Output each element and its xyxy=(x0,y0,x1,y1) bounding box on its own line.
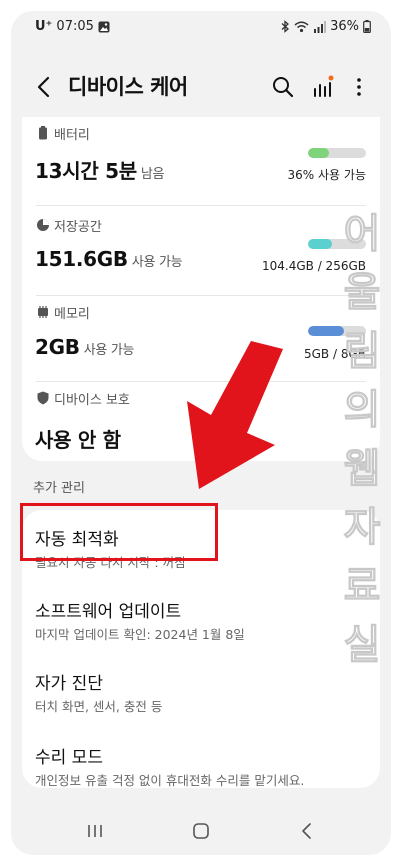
back-arrow-icon[interactable] xyxy=(31,73,59,101)
item-title: 수리 모드 xyxy=(35,748,103,768)
battery-meta: 36% 사용 가능 xyxy=(287,168,366,182)
self-diagnosis-item[interactable]: 자가 진단 터치 화면, 센서, 충전 등 xyxy=(22,655,380,721)
statistics-icon[interactable] xyxy=(308,73,336,101)
memory-label: 메모리 xyxy=(54,307,90,322)
app-bar: 디바이스 케어 xyxy=(11,67,391,107)
watermark: 어울림의웹자료실 xyxy=(343,210,381,668)
gallery-notification-icon xyxy=(98,21,110,32)
navigation-bar xyxy=(11,811,391,851)
bluetooth-icon xyxy=(281,20,290,33)
watermark-char: 림 xyxy=(344,328,381,374)
battery-percent: 36% xyxy=(330,19,359,34)
page-title: 디바이스 케어 xyxy=(68,75,188,99)
storage-row[interactable]: 저장공간 151.6GB 사용 가능 104.4GB / 256GB xyxy=(22,206,380,293)
highlight-box xyxy=(20,503,218,561)
signal-icon xyxy=(314,20,327,33)
battery-bar-fill xyxy=(308,148,329,158)
wifi-icon xyxy=(294,21,309,32)
svg-text:어울림의웹자료실: 어울림의웹자료실 xyxy=(344,211,381,668)
more-options-icon[interactable] xyxy=(345,73,373,101)
watermark-char: 료 xyxy=(344,563,381,609)
status-bar: U⁺ 07:05 36% xyxy=(11,11,391,43)
watermark-char: 자 xyxy=(344,505,381,551)
battery-label: 배터리 xyxy=(54,128,90,143)
watermark-char: 웹 xyxy=(344,446,381,492)
storage-label: 저장공간 xyxy=(54,220,102,235)
software-update-item[interactable]: 소프트웨어 업데이트 마지막 업데이트 확인: 2024년 1월 8일 xyxy=(22,584,380,650)
item-subtitle: 개인정보 유출 걱정 없이 휴대전화 수리를 맡기세요. xyxy=(35,773,305,788)
red-arrow-icon xyxy=(187,341,283,489)
repair-mode-item[interactable]: 수리 모드 개인정보 유출 걱정 없이 휴대전화 수리를 맡기세요. xyxy=(22,728,380,788)
item-title: 자가 진단 xyxy=(35,674,103,694)
battery-row[interactable]: 배터리 13시간 5분 남음 36% 사용 가능 xyxy=(22,117,380,194)
memory-value: 2GB 사용 가능 xyxy=(35,335,135,359)
storage-icon xyxy=(37,219,49,231)
carrier-label: U⁺ xyxy=(35,19,53,34)
battery-status-icon xyxy=(363,20,371,33)
watermark-char: 어 xyxy=(344,211,381,257)
battery-value: 13시간 5분 남음 xyxy=(35,159,165,183)
watermark-char: 실 xyxy=(344,622,381,668)
storage-value: 151.6GB 사용 가능 xyxy=(35,247,183,271)
battery-bar xyxy=(308,148,366,158)
status-time: 07:05 xyxy=(56,19,94,34)
protection-label: 디바이스 보호 xyxy=(54,393,130,408)
watermark-char: 울 xyxy=(344,270,381,316)
home-icon[interactable] xyxy=(187,819,215,843)
battery-icon xyxy=(39,126,47,140)
nav-back-icon[interactable] xyxy=(293,819,321,843)
storage-bar-fill xyxy=(308,239,332,249)
item-title: 소프트웨어 업데이트 xyxy=(35,602,182,622)
search-icon[interactable] xyxy=(269,73,297,101)
item-subtitle: 마지막 업데이트 확인: 2024년 1월 8일 xyxy=(35,627,245,642)
recent-apps-icon[interactable] xyxy=(81,819,109,843)
section-heading: 추가 관리 xyxy=(33,481,85,496)
protection-value: 사용 안 함 xyxy=(35,428,121,452)
item-subtitle: 터치 화면, 센서, 충전 등 xyxy=(35,699,163,714)
shield-icon xyxy=(37,391,49,405)
memory-chip-icon xyxy=(38,306,48,318)
watermark-char: 의 xyxy=(344,387,381,433)
phone-screen: U⁺ 07:05 36% 디바이스 케어 배터리 13시간 5분 남음 36% … xyxy=(11,11,391,855)
